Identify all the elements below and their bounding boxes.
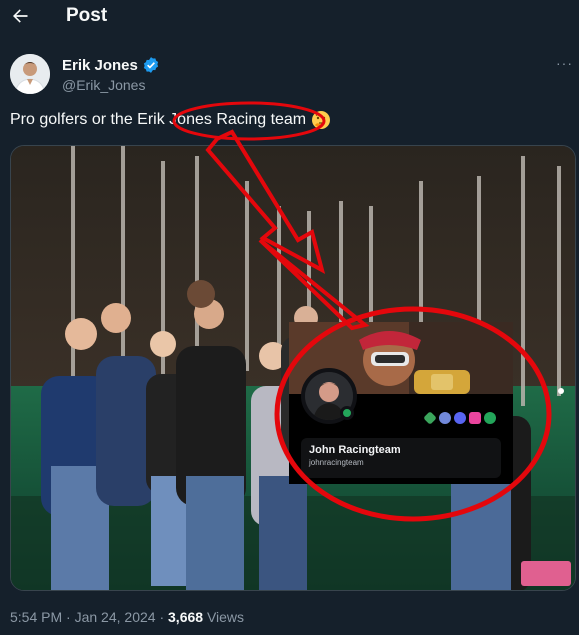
author-name-text[interactable]: Erik Jones (62, 57, 138, 74)
profile-name-box: John Racingteam johnracingteam (301, 438, 501, 478)
profile-badges (423, 411, 496, 425)
quest-badge-icon (484, 412, 496, 424)
author-handle[interactable]: @Erik_Jones (62, 77, 145, 93)
gem-badge-icon (469, 412, 481, 424)
author-avatar[interactable] (10, 54, 50, 94)
tweet-date[interactable]: Jan 24, 2024 (75, 609, 156, 625)
more-options-button[interactable]: ··· (556, 55, 573, 71)
top-bar: Post (0, 0, 579, 34)
tweet-text-part: Pro golfers or the Erik Jones Racing tea… (10, 111, 307, 128)
author-name[interactable]: Erik Jones (62, 56, 160, 74)
discord-profile-card: John Racingteam johnracingteam (289, 322, 513, 484)
profile-username: johnracingteam (309, 458, 364, 467)
views-count: 3,668 (168, 609, 204, 625)
tweet-text-highlight: Jones Racing team (169, 111, 307, 128)
profile-display-name: John Racingteam (309, 444, 401, 456)
page-title: Post (66, 5, 108, 26)
tweet-time[interactable]: 5:54 PM (10, 609, 62, 625)
nitro-badge-icon (439, 412, 451, 424)
arrow-left-icon (13, 9, 28, 23)
tweet-text: Pro golfers or the Erik Jones Racing tea… (10, 110, 331, 130)
back-button[interactable] (9, 5, 31, 27)
boost-badge-icon (454, 412, 466, 424)
more-dots-icon: ··· (556, 55, 573, 71)
thinking-face-icon (312, 111, 331, 129)
tweet-meta: 5:54 PM · Jan 24, 2024 · 3,668 Views (10, 609, 245, 625)
views-label: Views (206, 609, 245, 625)
online-status-indicator (340, 406, 354, 420)
verified-badge-icon (143, 57, 158, 73)
hypesquad-badge-icon (423, 411, 437, 425)
